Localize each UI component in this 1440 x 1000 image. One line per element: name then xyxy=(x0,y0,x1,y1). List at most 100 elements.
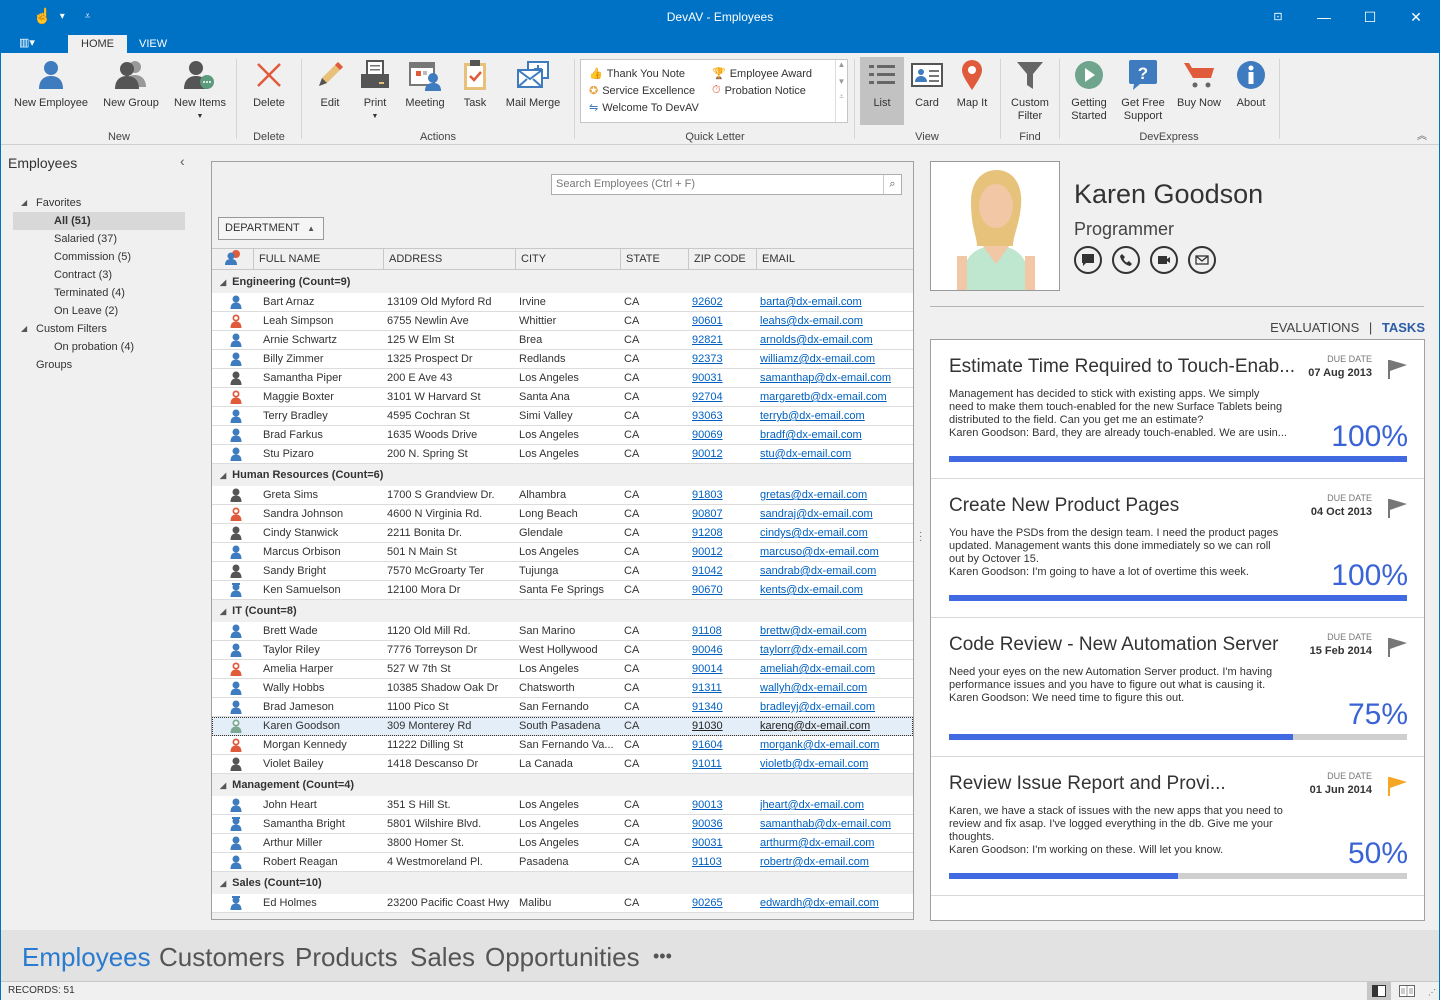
cell-zip-code[interactable]: 90670 xyxy=(692,581,752,599)
cell-email[interactable]: arthurm@dx-email.com xyxy=(760,834,910,852)
cell-email[interactable]: ameliah@dx-email.com xyxy=(760,660,910,678)
group-row[interactable]: ◢ Engineering (Count=9) xyxy=(212,271,913,293)
column-header-full-name[interactable]: FULL NAME xyxy=(253,249,383,270)
edit-button[interactable]: Edit xyxy=(310,57,350,110)
cell-zip-code[interactable]: 91108 xyxy=(692,622,752,640)
nav-tree-item[interactable]: Groups xyxy=(13,356,185,374)
table-row[interactable]: Samantha Piper 200 E Ave 43 Los Angeles CA 9… xyxy=(212,369,913,388)
column-header-address[interactable]: ADDRESS xyxy=(383,249,515,270)
module-opportunities[interactable]: Opportunities xyxy=(485,942,640,973)
group-by-department-chip[interactable]: DEPARTMENT ▲ xyxy=(218,217,324,240)
table-row[interactable]: Bart Arnaz 13109 Old Myford Rd Irvine CA 926… xyxy=(212,293,913,312)
table-row[interactable]: Cindy Stanwick 2211 Bonita Dr. Glendale CA 9… xyxy=(212,524,913,543)
cell-email[interactable]: violetb@dx-email.com xyxy=(760,755,910,773)
collapse-group-icon[interactable]: ◢ xyxy=(220,607,226,616)
cell-zip-code[interactable]: 90031 xyxy=(692,369,752,387)
cell-email[interactable]: leahs@dx-email.com xyxy=(760,312,910,330)
group-row[interactable]: ◢ Sales (Count=10) xyxy=(212,872,913,894)
module-products[interactable]: Products xyxy=(295,942,398,973)
column-header-state[interactable]: STATE xyxy=(620,249,688,270)
cell-zip-code[interactable]: 91103 xyxy=(692,853,752,871)
cell-email[interactable]: bradleyj@dx-email.com xyxy=(760,698,910,716)
table-row[interactable]: Brad Jameson 1100 Pico St San Fernando CA 91… xyxy=(212,698,913,717)
cell-email[interactable]: sandrab@dx-email.com xyxy=(760,562,910,580)
table-row[interactable]: Taylor Riley 7776 Torreyson Dr West Hollyw… xyxy=(212,641,913,660)
cell-email[interactable]: samanthap@dx-email.com xyxy=(760,369,910,387)
cell-zip-code[interactable]: 93063 xyxy=(692,407,752,425)
cell-zip-code[interactable]: 91340 xyxy=(692,698,752,716)
cell-email[interactable]: williamz@dx-email.com xyxy=(760,350,910,368)
call-button[interactable] xyxy=(1112,246,1140,274)
cell-email[interactable]: cindys@dx-email.com xyxy=(760,524,910,542)
custom-filter-button[interactable]: Custom Filter xyxy=(1007,57,1053,123)
column-header-zip-code[interactable]: ZIP CODE xyxy=(688,249,756,270)
table-row[interactable]: Brad Farkus 1635 Woods Drive Los Angeles CA… xyxy=(212,426,913,445)
table-row[interactable]: Leah Simpson 6755 Newlin Ave Whittier CA 906… xyxy=(212,312,913,331)
getting-started-button[interactable]: Getting Started xyxy=(1065,57,1113,123)
column-header-city[interactable]: CITY xyxy=(515,249,620,270)
table-row[interactable]: Samantha Bright 5801 Wilshire Blvd. Los An… xyxy=(212,815,913,834)
maximize-button[interactable]: ☐ xyxy=(1347,1,1393,33)
cell-zip-code[interactable]: 91030 xyxy=(692,717,752,735)
cell-zip-code[interactable]: 91311 xyxy=(692,679,752,697)
cell-email[interactable]: samanthab@dx-email.com xyxy=(760,815,910,833)
cell-zip-code[interactable]: 90036 xyxy=(692,815,752,833)
module-sales[interactable]: Sales xyxy=(410,942,475,973)
table-row[interactable]: Wally Hobbs 10385 Shadow Oak Dr Chatsworth… xyxy=(212,679,913,698)
meeting-button[interactable]: Meeting xyxy=(400,57,450,110)
cell-zip-code[interactable]: 91208 xyxy=(692,524,752,542)
message-button[interactable] xyxy=(1074,246,1102,274)
cell-zip-code[interactable]: 90013 xyxy=(692,796,752,814)
collapse-group-icon[interactable]: ◢ xyxy=(220,278,226,287)
table-row[interactable]: Arnie Schwartz 125 W Elm St Brea CA 92821 arn… xyxy=(212,331,913,350)
task-card[interactable]: Estimate Time Required to Touch-Enab... D… xyxy=(931,340,1424,479)
more-modules-button[interactable]: ••• xyxy=(653,946,672,967)
cell-zip-code[interactable]: 92821 xyxy=(692,331,752,349)
cell-zip-code[interactable]: 91604 xyxy=(692,736,752,754)
cell-zip-code[interactable]: 90012 xyxy=(692,445,752,463)
cell-email[interactable]: arnolds@dx-email.com xyxy=(760,331,910,349)
cell-email[interactable]: jheart@dx-email.com xyxy=(760,796,910,814)
table-row[interactable]: Amelia Harper 527 W 7th St Los Angeles CA 90… xyxy=(212,660,913,679)
table-row[interactable]: Brett Wade 1120 Old Mill Rd. San Marino CA 9… xyxy=(212,622,913,641)
module-customers[interactable]: Customers xyxy=(159,942,285,973)
table-row[interactable]: Arthur Miller 3800 Homer St. Los Angeles CA… xyxy=(212,834,913,853)
cell-email[interactable]: robertr@dx-email.com xyxy=(760,853,910,871)
flag-icon[interactable] xyxy=(1386,636,1408,661)
cell-email[interactable]: wallyh@dx-email.com xyxy=(760,679,910,697)
table-row[interactable]: Billy Zimmer 1325 Prospect Dr Redlands CA 92… xyxy=(212,350,913,369)
cell-zip-code[interactable]: 90601 xyxy=(692,312,752,330)
nav-tree-item[interactable]: ◢ Favorites xyxy=(13,194,185,212)
close-button[interactable]: ✕ xyxy=(1393,1,1439,33)
tab-view[interactable]: VIEW xyxy=(126,35,180,53)
table-row[interactable]: Maggie Boxter 3101 W Harvard St Santa Ana C… xyxy=(212,388,913,407)
tab-tasks[interactable]: TASKS xyxy=(1382,320,1425,335)
cell-zip-code[interactable]: 90807 xyxy=(692,505,752,523)
cell-email[interactable]: kareng@dx-email.com xyxy=(760,717,910,735)
tab-home[interactable]: HOME xyxy=(68,35,127,53)
cell-email[interactable]: terryb@dx-email.com xyxy=(760,407,910,425)
cell-email[interactable]: stu@dx-email.com xyxy=(760,445,910,463)
table-row[interactable]: Violet Bailey 1418 Descanso Dr La Canada CA… xyxy=(212,755,913,774)
flag-icon[interactable] xyxy=(1386,775,1408,800)
collapse-group-icon[interactable]: ◢ xyxy=(220,471,226,480)
reading-view-button[interactable] xyxy=(1395,982,1419,1000)
flag-icon[interactable] xyxy=(1386,358,1408,383)
buy-now-button[interactable]: Buy Now xyxy=(1174,57,1224,110)
cell-email[interactable]: gretas@dx-email.com xyxy=(760,486,910,504)
expand-icon[interactable]: ◢ xyxy=(21,194,27,212)
collapse-nav-pane-icon[interactable]: ‹ xyxy=(180,153,185,169)
cell-email[interactable]: taylorr@dx-email.com xyxy=(760,641,910,659)
task-card[interactable]: Review Issue Report and Provi... DUE DATE… xyxy=(931,757,1424,896)
cell-zip-code[interactable]: 90031 xyxy=(692,834,752,852)
nav-tree-item[interactable]: ◢ Custom Filters xyxy=(13,320,185,338)
cell-zip-code[interactable]: 90265 xyxy=(692,894,752,912)
cell-zip-code[interactable]: 91011 xyxy=(692,755,752,773)
resize-grip-icon[interactable]: ⋰ xyxy=(1428,984,1436,1000)
nav-tree-item[interactable]: On Leave (2) xyxy=(13,302,185,320)
list-view-button[interactable]: List xyxy=(860,57,904,125)
card-view-button[interactable]: Card xyxy=(907,57,947,110)
table-row[interactable]: Robert Reagan 4 Westmoreland Pl. Pasadena C… xyxy=(212,853,913,872)
cell-email[interactable]: bradf@dx-email.com xyxy=(760,426,910,444)
collapse-group-icon[interactable]: ◢ xyxy=(220,781,226,790)
